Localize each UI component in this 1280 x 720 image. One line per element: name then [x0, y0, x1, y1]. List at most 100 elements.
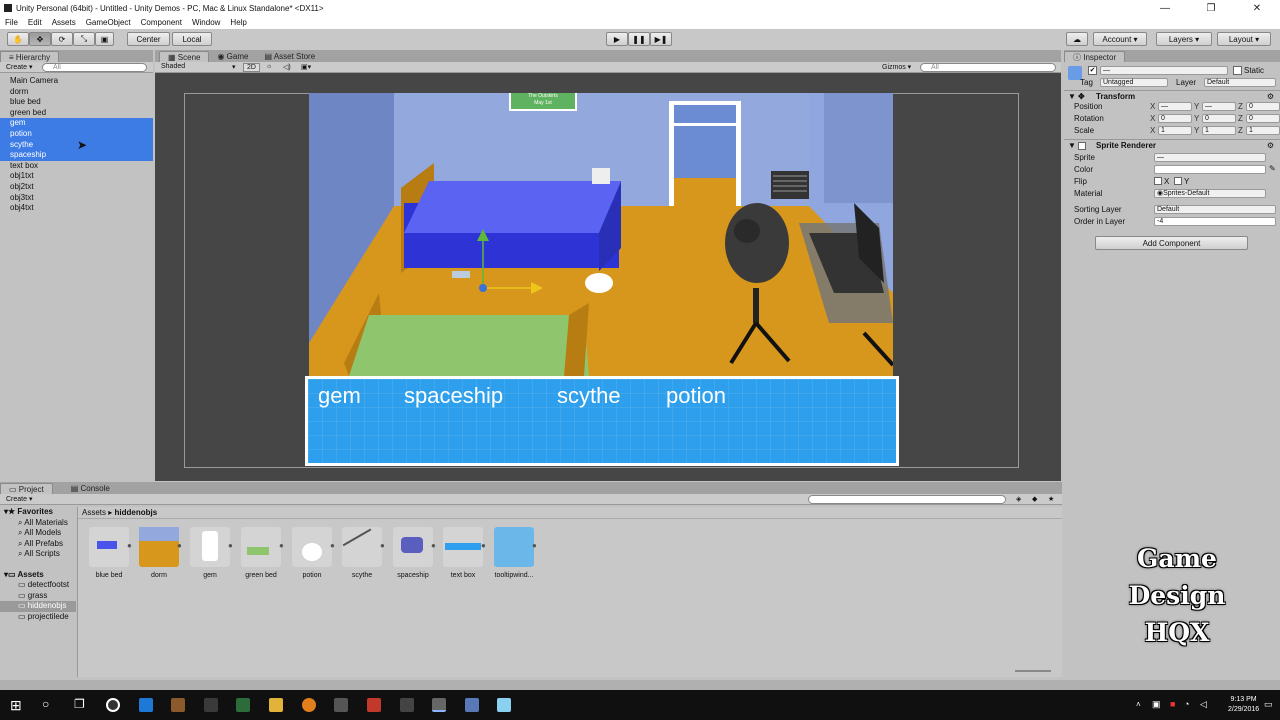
- expand-arrow-icon[interactable]: ●: [279, 541, 284, 550]
- transform-x-field[interactable]: —: [1158, 102, 1192, 111]
- unity-icon[interactable]: [400, 698, 414, 712]
- app-icon[interactable]: [334, 698, 348, 712]
- lighting-toggle-icon[interactable]: ☼: [266, 63, 272, 70]
- sorting-layer-dropdown[interactable]: Default: [1154, 205, 1276, 214]
- windows-start-icon[interactable]: ⊞: [10, 697, 22, 714]
- menu-help[interactable]: Help: [225, 18, 251, 27]
- app-icon[interactable]: [367, 698, 381, 712]
- hierarchy-item[interactable]: obj2txt: [0, 182, 153, 193]
- breadcrumb-hiddenobjs[interactable]: hiddenobjs: [115, 508, 158, 517]
- tab-inspector[interactable]: ⓘ Inspector: [1064, 51, 1126, 62]
- expand-arrow-icon[interactable]: ●: [532, 541, 537, 550]
- expand-arrow-icon[interactable]: ●: [330, 541, 335, 550]
- app-icon[interactable]: [497, 698, 511, 712]
- active-checkbox[interactable]: ✔: [1088, 66, 1097, 75]
- scale-tool-button[interactable]: ⤡: [73, 32, 95, 46]
- menu-window[interactable]: Window: [187, 18, 225, 27]
- volume-icon[interactable]: ◁: [1200, 699, 1207, 710]
- asset-item[interactable]: spaceship: [391, 527, 435, 579]
- pivot-center-button[interactable]: Center: [127, 32, 170, 46]
- notifications-icon[interactable]: ▭: [1264, 699, 1273, 710]
- dorm-room-sprite[interactable]: The Outskirts May 1st: [309, 93, 893, 376]
- unity-editor-icon[interactable]: [432, 698, 446, 712]
- hierarchy-item[interactable]: obj1txt: [0, 171, 153, 182]
- text-box-sprite[interactable]: gem spaceship scythe potion: [305, 376, 899, 466]
- tab-scene[interactable]: ▦ Scene: [159, 51, 210, 62]
- asset-item[interactable]: dorm: [137, 527, 181, 579]
- rotate-tool-button[interactable]: ⟳: [51, 32, 73, 46]
- transform-y-field[interactable]: —: [1202, 102, 1236, 111]
- move-tool-button[interactable]: ✥: [29, 32, 51, 46]
- asset-item[interactable]: blue bed: [87, 527, 131, 579]
- cloud-button[interactable]: ☁: [1066, 32, 1088, 46]
- filter-type-icon[interactable]: ◈: [1016, 495, 1021, 503]
- transform-y-field[interactable]: 0: [1202, 114, 1236, 123]
- close-button[interactable]: ✕: [1234, 3, 1280, 14]
- app-icon[interactable]: [171, 698, 185, 712]
- assets-folder[interactable]: ▾▭ Assets: [0, 570, 76, 581]
- asset-item[interactable]: green bed: [239, 527, 283, 579]
- tab-console[interactable]: ▤ Console: [63, 483, 118, 494]
- hierarchy-item[interactable]: gem: [0, 118, 153, 129]
- rect-tool-button[interactable]: ▣: [95, 32, 114, 46]
- hierarchy-item[interactable]: blue bed: [0, 97, 153, 108]
- pivot-local-button[interactable]: Local: [172, 32, 212, 46]
- audio-toggle-icon[interactable]: ◁): [283, 63, 291, 71]
- transform-header[interactable]: ▼ ✥ Transform ⚙: [1064, 90, 1280, 102]
- zoom-slider[interactable]: [1015, 670, 1051, 672]
- tab-asset-store[interactable]: ▤ Asset Store: [256, 51, 323, 62]
- gizmos-dropdown[interactable]: Gizmos ▾: [882, 63, 911, 71]
- asset-folder-item[interactable]: ▭ hiddenobjs: [0, 601, 76, 612]
- hierarchy-item[interactable]: text box: [0, 161, 153, 172]
- hierarchy-item[interactable]: dorm: [0, 87, 153, 98]
- hierarchy-item[interactable]: green bed: [0, 108, 153, 119]
- expand-arrow-icon[interactable]: ●: [481, 541, 486, 550]
- tab-game[interactable]: ◉ Game: [209, 51, 256, 62]
- app-tray-icon[interactable]: ■: [1170, 699, 1175, 709]
- project-search-input[interactable]: [808, 495, 1006, 504]
- favorite-item[interactable]: ⌕ All Materials: [0, 518, 76, 529]
- account-dropdown[interactable]: Account ▾: [1093, 32, 1147, 46]
- filter-label-icon[interactable]: ◆: [1032, 495, 1037, 503]
- sprite-renderer-checkbox[interactable]: [1078, 142, 1086, 150]
- transform-z-field[interactable]: 0: [1246, 102, 1280, 111]
- search-icon[interactable]: ○: [42, 697, 49, 711]
- expand-arrow-icon[interactable]: ●: [177, 541, 182, 550]
- static-checkbox[interactable]: [1233, 66, 1242, 75]
- app-icon[interactable]: [204, 698, 218, 712]
- network-icon[interactable]: ▣: [1152, 699, 1161, 710]
- expand-arrow-icon[interactable]: ●: [431, 541, 436, 550]
- wifi-icon[interactable]: ◔: [1184, 699, 1189, 709]
- transform-x-field[interactable]: 0: [1158, 114, 1192, 123]
- menu-edit[interactable]: Edit: [23, 18, 47, 27]
- menu-assets[interactable]: Assets: [47, 18, 81, 27]
- hierarchy-search-input[interactable]: All: [42, 63, 147, 72]
- color-swatch[interactable]: [1154, 165, 1266, 174]
- favorite-item[interactable]: ⌕ All Models: [0, 528, 76, 539]
- tray-chevron-icon[interactable]: ˄: [1136, 700, 1141, 709]
- shading-dropdown[interactable]: Shaded: [161, 63, 185, 70]
- asset-folder-item[interactable]: ▭ detectfootst: [0, 580, 76, 591]
- menu-file[interactable]: File: [0, 18, 23, 27]
- favorite-item[interactable]: ⌕ All Prefabs: [0, 539, 76, 550]
- asset-folder-item[interactable]: ▭ projectilede: [0, 612, 76, 623]
- asset-item[interactable]: scythe: [340, 527, 384, 579]
- order-in-layer-field[interactable]: -4: [1154, 217, 1276, 226]
- play-button[interactable]: ▶: [606, 32, 628, 46]
- hierarchy-create-button[interactable]: Create ▾: [6, 63, 32, 71]
- breadcrumb-assets[interactable]: Assets: [82, 508, 106, 517]
- sprite-renderer-settings-icon[interactable]: ⚙: [1267, 140, 1274, 152]
- transform-z-field[interactable]: 0: [1246, 114, 1280, 123]
- expand-arrow-icon[interactable]: ●: [228, 541, 233, 550]
- favorite-star-icon[interactable]: ★: [1048, 495, 1054, 503]
- app-icon[interactable]: [302, 698, 316, 712]
- layout-dropdown[interactable]: Layout ▾: [1217, 32, 1271, 46]
- name-field[interactable]: —: [1100, 66, 1228, 75]
- layer-dropdown[interactable]: Default: [1204, 78, 1276, 87]
- expand-arrow-icon[interactable]: ●: [380, 541, 385, 550]
- sprite-field[interactable]: —: [1154, 153, 1266, 162]
- flip-y-checkbox[interactable]: [1174, 177, 1182, 185]
- transform-x-field[interactable]: 1: [1158, 126, 1192, 135]
- hand-tool-button[interactable]: ✋: [7, 32, 29, 46]
- step-button[interactable]: ▶❚: [650, 32, 672, 46]
